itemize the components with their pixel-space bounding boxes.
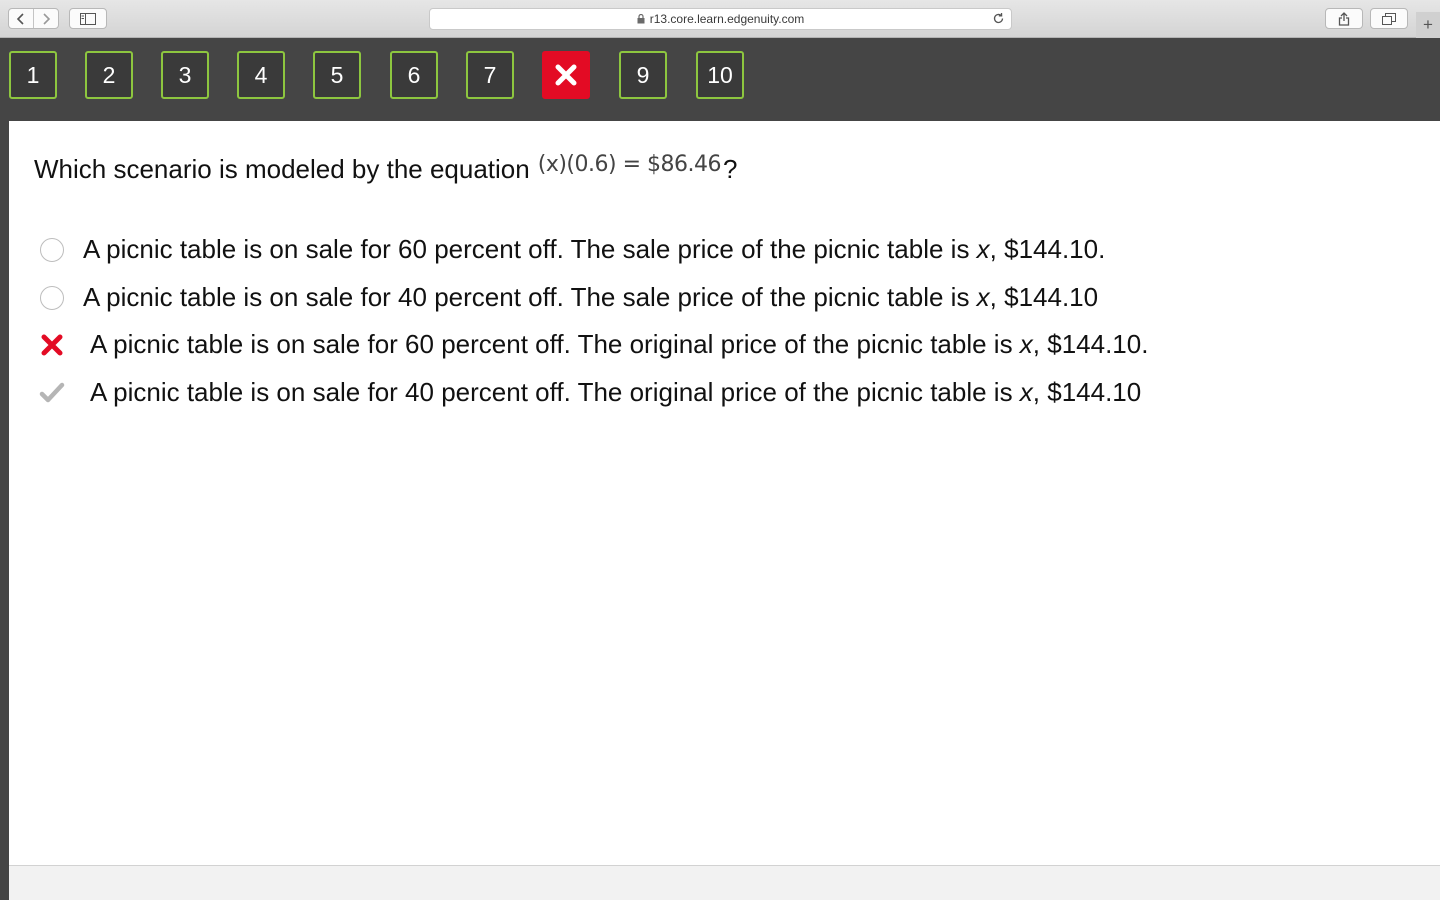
chevron-left-icon [16, 12, 24, 25]
tabs-icon [1382, 12, 1396, 25]
question-6-button[interactable]: 6 [390, 51, 438, 99]
forward-button[interactable] [33, 9, 58, 28]
back-button[interactable] [9, 9, 33, 28]
question-number: 2 [102, 61, 116, 88]
option-text-start: A picnic table is on sale for 40 percent… [90, 377, 1020, 407]
question-number: 5 [330, 61, 344, 88]
option-text: A picnic table is on sale for 40 percent… [90, 377, 1141, 408]
history-nav [8, 8, 59, 29]
share-button[interactable] [1325, 8, 1363, 29]
radio-button[interactable] [37, 283, 67, 313]
question-panel: Which scenario is modeled by the equatio… [9, 121, 1440, 865]
answer-option-3[interactable]: A picnic table is on sale for 60 percent… [37, 329, 1148, 360]
url-text: r13.core.learn.edgenuity.com [649, 12, 805, 26]
question-number: 3 [178, 61, 192, 88]
reload-icon[interactable] [992, 12, 1005, 28]
incorrect-mark [37, 330, 67, 360]
question-9-button[interactable]: 9 [619, 51, 667, 99]
question-1-button[interactable]: 1 [9, 51, 57, 99]
question-number: 7 [483, 61, 497, 88]
checkmark-icon [39, 382, 65, 402]
browser-toolbar: r13.core.learn.edgenuity.com + [0, 0, 1440, 38]
footer-bar [9, 865, 1440, 900]
question-7-button[interactable]: 7 [466, 51, 514, 99]
radio-button[interactable] [37, 235, 67, 265]
left-frame-edge [0, 121, 9, 900]
option-text-end: , $144.10 [1032, 377, 1142, 407]
new-tab-button[interactable]: + [1416, 12, 1440, 38]
plus-icon: + [1423, 15, 1433, 34]
equation-image: (x)(0.6) = $86.46 [537, 152, 722, 177]
tab-overview-button[interactable] [1370, 8, 1408, 29]
question-nav-bar: 1 2 3 4 5 6 7 9 10 [0, 38, 1440, 121]
option-text-start: A picnic table is on sale for 40 percent… [83, 282, 977, 312]
question-8-button-incorrect[interactable] [542, 51, 590, 99]
share-icon [1338, 11, 1350, 26]
radio-circle-icon [40, 285, 64, 310]
question-prompt: Which scenario is modeled by the equatio… [34, 152, 738, 185]
option-text: A picnic table is on sale for 40 percent… [83, 282, 1098, 313]
option-text-end: , $144.10 [989, 282, 1099, 312]
option-text: A picnic table is on sale for 60 percent… [90, 329, 1148, 360]
x-icon [555, 64, 577, 86]
question-10-button[interactable]: 10 [696, 51, 744, 99]
question-4-button[interactable]: 4 [237, 51, 285, 99]
correct-mark [37, 378, 67, 408]
option-variable: x [976, 234, 990, 264]
question-number: 4 [254, 61, 268, 88]
address-bar[interactable]: r13.core.learn.edgenuity.com [429, 8, 1012, 30]
chevron-right-icon [43, 12, 51, 25]
option-variable: x [1019, 377, 1033, 407]
answer-option-1[interactable]: A picnic table is on sale for 60 percent… [37, 234, 1105, 265]
question-3-button[interactable]: 3 [161, 51, 209, 99]
option-variable: x [1019, 329, 1033, 359]
question-number: 10 [707, 61, 733, 88]
question-number: 1 [26, 61, 40, 88]
sidebar-icon [80, 12, 96, 25]
option-variable: x [976, 282, 990, 312]
question-number: 9 [636, 61, 650, 88]
question-2-button[interactable]: 2 [85, 51, 133, 99]
radio-circle-icon [40, 237, 64, 262]
prompt-text: Which scenario is modeled by the equatio… [34, 154, 530, 184]
option-text-end: , $144.10. [1032, 329, 1149, 359]
option-text-end: , $144.10. [989, 234, 1106, 264]
answer-option-4[interactable]: A picnic table is on sale for 40 percent… [37, 377, 1141, 408]
question-number: 6 [407, 61, 421, 88]
sidebar-toggle-button[interactable] [69, 8, 107, 29]
answer-option-2[interactable]: A picnic table is on sale for 40 percent… [37, 282, 1098, 313]
option-text: A picnic table is on sale for 60 percent… [83, 234, 1105, 265]
option-text-start: A picnic table is on sale for 60 percent… [83, 234, 977, 264]
option-text-start: A picnic table is on sale for 60 percent… [90, 329, 1020, 359]
question-5-button[interactable]: 5 [313, 51, 361, 99]
question-mark: ? [722, 154, 738, 184]
x-icon [41, 334, 63, 355]
lock-icon [637, 14, 645, 24]
